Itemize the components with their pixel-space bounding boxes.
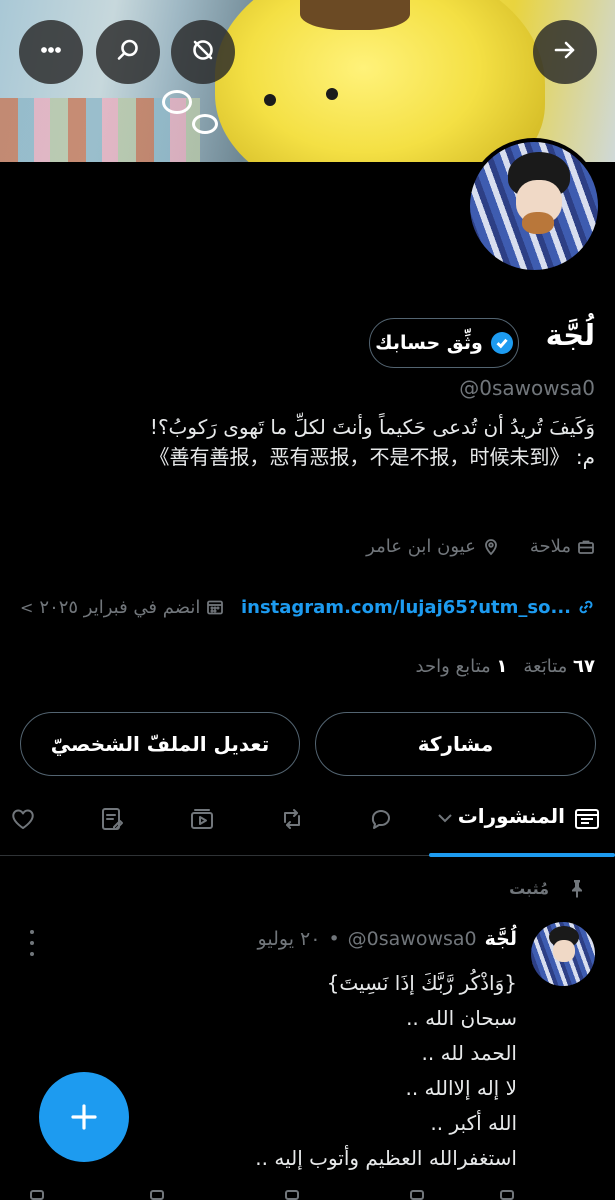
bell-off-icon — [189, 36, 217, 68]
reply-icon — [371, 810, 390, 829]
search-icon — [114, 36, 142, 68]
chevron-left-icon[interactable]: < — [20, 598, 33, 617]
compose-post-button[interactable] — [39, 1072, 129, 1162]
briefcase-icon — [578, 540, 594, 554]
article-edit-icon — [102, 808, 123, 830]
verify-button-label: وثِّق حسابك — [375, 332, 483, 354]
link-icon — [579, 600, 593, 614]
joined-text: انضم في فبراير ٢٠٢٥ — [39, 596, 201, 618]
followers-stat[interactable]: ١ متابع واحد — [416, 656, 508, 677]
share-icon[interactable] — [30, 1190, 44, 1200]
banner-eye — [264, 94, 276, 106]
calendar-icon — [207, 600, 224, 615]
post-author-name[interactable]: لُجَّة — [485, 928, 517, 950]
followers-count: ١ — [496, 656, 508, 677]
arrow-right-icon — [551, 36, 579, 68]
video-icon — [191, 809, 213, 829]
location-pin-icon — [484, 538, 497, 555]
profile-display-name: لُجَّة — [545, 318, 595, 352]
profile-banner[interactable] — [0, 0, 615, 162]
active-tab-indicator — [429, 853, 615, 857]
following-count: ٦٧ — [573, 656, 595, 677]
location-item: عيون ابن عامر — [366, 536, 500, 557]
post-line: {وَاذْكُر رَّبَّكَ إذَا نَسِيتَ} — [326, 971, 517, 995]
post-more-icon[interactable] — [22, 930, 42, 956]
posts-icon — [573, 805, 603, 835]
profession-text: ملاحة — [529, 536, 571, 557]
post-line: سبحان الله .. — [406, 1006, 517, 1030]
edit-profile-button[interactable]: تعديل الملفّ الشخصيّ — [20, 712, 300, 776]
post-author-handle[interactable]: @0sawowsa0 — [348, 928, 477, 950]
search-button[interactable] — [96, 20, 160, 84]
joined-date: < انضم في فبراير ٢٠٢٥ — [20, 597, 224, 618]
pinned-label: مُثبت — [509, 878, 549, 898]
profile-meta: ملاحة عيون ابن عامر — [366, 536, 595, 557]
tab-posts[interactable]: المنشورات — [429, 790, 615, 857]
follow-stats: ٦٧ متابَعة ١ متابع واحد — [416, 656, 596, 677]
followers-label: متابع واحد — [415, 656, 491, 677]
profile-links-row: < انضم في فبراير ٢٠٢٥ instagram.com/luja… — [20, 592, 595, 622]
reply-icon[interactable] — [500, 1190, 514, 1200]
tab-likes[interactable] — [8, 804, 38, 834]
following-label: متابَعة — [523, 656, 568, 677]
like-icon[interactable] — [285, 1190, 299, 1200]
repost-icon[interactable] — [410, 1190, 424, 1200]
pin-icon — [572, 880, 582, 898]
chevron-down-icon[interactable] — [435, 808, 455, 832]
heart-icon — [12, 809, 34, 829]
tab-media[interactable] — [187, 804, 217, 834]
profile-handle: @0sawowsa0 — [459, 376, 595, 400]
views-icon[interactable] — [150, 1190, 164, 1200]
avatar-food — [522, 212, 554, 234]
repost-icon — [284, 809, 300, 829]
banner-eye — [326, 88, 338, 100]
profession-item: ملاحة — [530, 536, 595, 557]
verified-badge-icon — [490, 332, 513, 354]
website-text: instagram.com/lujaj65?utm_so... — [240, 596, 571, 618]
profile-avatar[interactable] — [466, 138, 602, 274]
post-date[interactable]: ٢٠ يوليو — [258, 928, 321, 950]
tab-posts-label: المنشورات — [457, 804, 565, 828]
tab-articles[interactable] — [97, 804, 127, 834]
bio-line: وَكَيفَ تُريدُ أن تُدعى حَكيماً وأنتَ لك… — [149, 415, 595, 439]
verify-account-button[interactable]: وثِّق حسابك — [369, 318, 519, 368]
post-header: لُجَّة @0sawowsa0 • ٢٠ يوليو — [258, 928, 517, 950]
banner-doodle — [162, 90, 192, 114]
back-button[interactable] — [533, 20, 597, 84]
post-separator: • — [328, 928, 340, 950]
following-stat[interactable]: ٦٧ متابَعة — [523, 656, 595, 677]
bio-line: م: 《善有善报，恶有恶报，不是不报，时候未到》 — [149, 445, 595, 469]
avatar-face — [553, 940, 575, 962]
share-button[interactable]: مشاركة — [315, 712, 596, 776]
tab-reposts[interactable] — [277, 804, 307, 834]
post-actions-bar — [0, 1188, 615, 1200]
location-text: عيون ابن عامر — [366, 536, 476, 557]
banner-doodle — [192, 114, 218, 134]
tab-replies[interactable] — [366, 804, 396, 834]
plus-icon — [71, 1104, 97, 1130]
notifications-toggle-button[interactable] — [171, 20, 235, 84]
post-author-avatar[interactable] — [531, 922, 595, 986]
profile-tabs: المنشورات — [0, 790, 615, 857]
profile-bio: وَكَيفَ تُريدُ أن تُدعى حَكيماً وأنتَ لك… — [15, 412, 595, 472]
more-horizontal-icon — [37, 36, 65, 68]
more-button[interactable] — [19, 20, 83, 84]
pinned-indicator: مُثبت — [509, 878, 587, 898]
profile-website-link[interactable]: instagram.com/lujaj65?utm_so... — [241, 597, 595, 618]
post-line: الحمد لله .. — [421, 1041, 518, 1065]
banner-plush-hat — [300, 0, 410, 30]
